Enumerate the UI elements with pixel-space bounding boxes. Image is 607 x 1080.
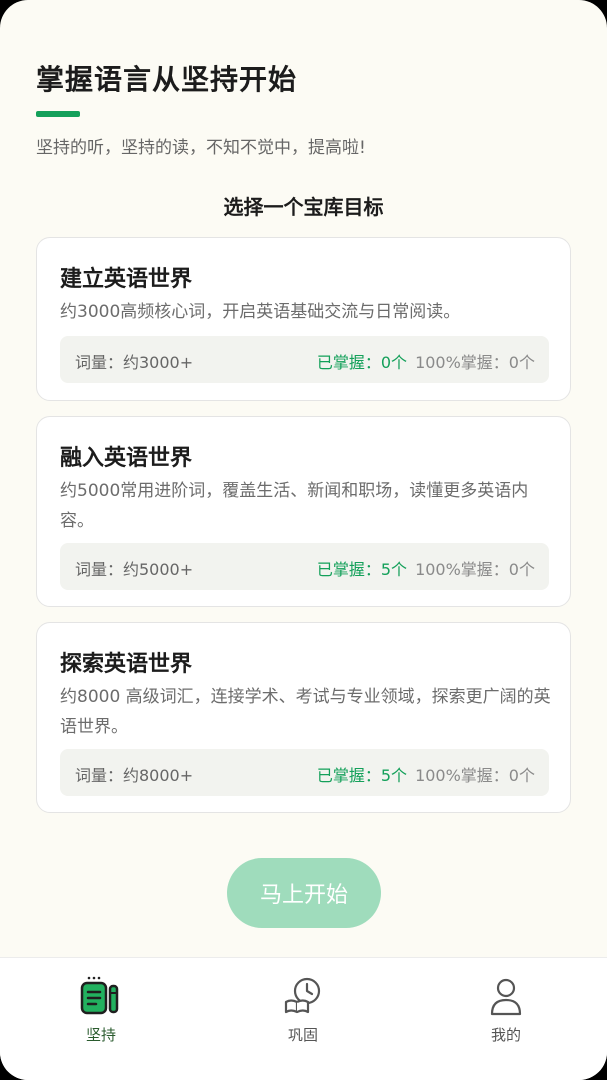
card-title: 建立英语世界 (60, 267, 193, 292)
full-mastered-count: 100%掌握：0个 (415, 766, 535, 785)
person-icon (490, 978, 522, 1016)
goal-card-8000[interactable]: 探索英语世界 约8000 高级词汇，连接学术、考试与专业领域，探索更广阔的英语世… (36, 622, 571, 813)
full-mastered-count: 100%掌握：0个 (415, 353, 535, 372)
full-mastered-count: 100%掌握：0个 (415, 560, 535, 579)
tab-mine[interactable]: 我的 (456, 974, 556, 1054)
stats-right: 已掌握：5个 100%掌握：0个 (317, 762, 535, 786)
notebook-pencil-icon (80, 976, 119, 1015)
stats-right: 已掌握：0个 100%掌握：0个 (317, 349, 535, 373)
tab-label: 巩固 (287, 1026, 318, 1044)
card-stats: 词量：约8000+ 已掌握：5个 100%掌握：0个 (60, 749, 549, 796)
card-stats: 词量：约5000+ 已掌握：5个 100%掌握：0个 (60, 543, 549, 590)
vocab-count: 词量：约8000+ (75, 766, 194, 785)
section-title: 选择一个宝库目标 (223, 195, 384, 219)
tab-consolidate[interactable]: 巩固 (253, 974, 353, 1054)
card-description: 约3000高频核心词，开启英语基础交流与日常阅读。 (60, 302, 461, 322)
card-description: 约8000 高级词汇，连接学术、考试与专业领域，探索更广阔的英语世界。 (60, 687, 551, 737)
page-title: 掌握语言从坚持开始 (36, 63, 298, 96)
bottom-tab-bar: 坚持 巩固 我的 (0, 957, 607, 1080)
tab-label: 我的 (490, 1026, 521, 1044)
card-description: 约5000常用进阶词，覆盖生活、新闻和职场，读懂更多英语内容。 (60, 481, 529, 531)
vocab-count: 词量：约5000+ (75, 560, 194, 579)
goal-card-5000[interactable]: 融入英语世界 约5000常用进阶词，覆盖生活、新闻和职场，读懂更多英语内容。 词… (36, 416, 571, 607)
book-clock-icon (284, 977, 321, 1014)
mastered-count: 已掌握：5个 (316, 560, 408, 579)
card-stats: 词量：约3000+ 已掌握：0个 100%掌握：0个 (60, 336, 549, 383)
tab-label: 坚持 (85, 1026, 116, 1044)
mastered-count: 已掌握：5个 (316, 766, 408, 785)
mastered-count: 已掌握：0个 (316, 353, 408, 372)
page-subtitle: 坚持的听，坚持的读，不知不觉中，提高啦! (36, 138, 366, 158)
goal-card-3000[interactable]: 建立英语世界 约3000高频核心词，开启英语基础交流与日常阅读。 词量：约300… (36, 237, 571, 401)
vocab-count: 词量：约3000+ (75, 353, 194, 372)
title-underline (36, 111, 80, 117)
app-screen: 掌握语言从坚持开始 坚持的听，坚持的读，不知不觉中，提高啦! 选择一个宝库目标 … (0, 0, 607, 1080)
card-title: 融入英语世界 (60, 446, 193, 471)
start-now-button[interactable]: 马上开始 (227, 858, 381, 928)
card-title: 探索英语世界 (60, 652, 193, 677)
stats-right: 已掌握：5个 100%掌握：0个 (317, 556, 535, 580)
tab-persist[interactable]: 坚持 (51, 974, 151, 1054)
